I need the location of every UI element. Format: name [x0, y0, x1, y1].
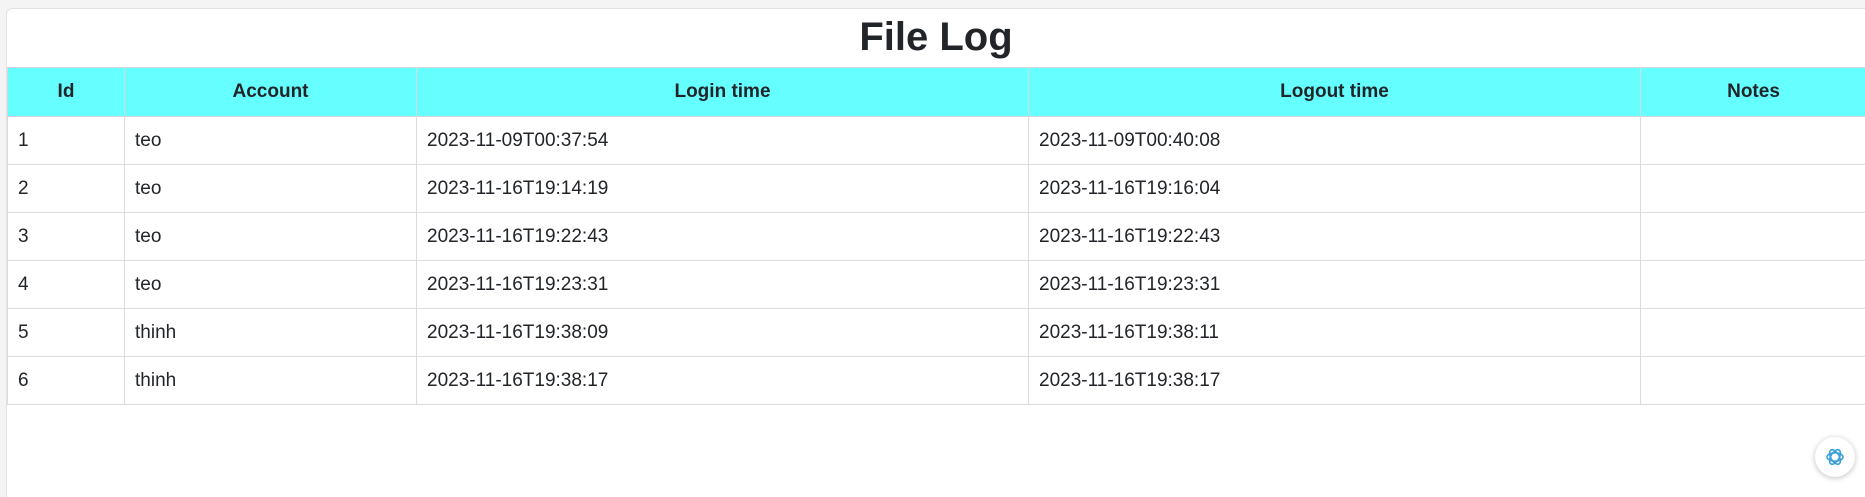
cell-account: teo — [124, 212, 417, 261]
cell-login-time: 2023-11-16T19:38:17 — [416, 356, 1029, 405]
column-header-id: Id — [7, 67, 125, 117]
cell-id: 4 — [7, 260, 125, 309]
cell-logout-time: 2023-11-16T19:22:43 — [1028, 212, 1641, 261]
cell-account: teo — [124, 116, 417, 165]
cell-account: teo — [124, 260, 417, 309]
cell-logout-time: 2023-11-16T19:23:31 — [1028, 260, 1641, 309]
cell-notes — [1640, 212, 1865, 261]
cell-login-time: 2023-11-16T19:22:43 — [416, 212, 1029, 261]
table-row: 1 teo 2023-11-09T00:37:54 2023-11-09T00:… — [7, 116, 1865, 165]
cell-notes — [1640, 164, 1865, 213]
cell-notes — [1640, 356, 1865, 405]
cell-login-time: 2023-11-16T19:14:19 — [416, 164, 1029, 213]
cell-id: 5 — [7, 308, 125, 357]
column-header-account: Account — [124, 67, 417, 117]
cell-logout-time: 2023-11-16T19:16:04 — [1028, 164, 1641, 213]
log-table: Id Account Login time Logout time Notes … — [7, 67, 1865, 405]
cell-logout-time: 2023-11-09T00:40:08 — [1028, 116, 1641, 165]
chatgpt-assistant-icon — [1823, 445, 1847, 469]
table-row: 5 thinh 2023-11-16T19:38:09 2023-11-16T1… — [7, 308, 1865, 357]
cell-id: 6 — [7, 356, 125, 405]
cell-id: 1 — [7, 116, 125, 165]
cell-login-time: 2023-11-16T19:38:09 — [416, 308, 1029, 357]
table-row: 2 teo 2023-11-16T19:14:19 2023-11-16T19:… — [7, 164, 1865, 213]
table-header: Id Account Login time Logout time Notes — [7, 67, 1865, 117]
table-row: 3 teo 2023-11-16T19:22:43 2023-11-16T19:… — [7, 212, 1865, 261]
cell-notes — [1640, 116, 1865, 165]
cell-id: 3 — [7, 212, 125, 261]
cell-notes — [1640, 308, 1865, 357]
column-header-login-time: Login time — [416, 67, 1029, 117]
table-row: 6 thinh 2023-11-16T19:38:17 2023-11-16T1… — [7, 356, 1865, 405]
log-card: File Log Id Account Login time Logout ti… — [6, 8, 1865, 497]
column-header-logout-time: Logout time — [1028, 67, 1641, 117]
cell-logout-time: 2023-11-16T19:38:17 — [1028, 356, 1641, 405]
table-body: 1 teo 2023-11-09T00:37:54 2023-11-09T00:… — [7, 116, 1865, 405]
page-title: File Log — [859, 15, 1013, 59]
cell-account: thinh — [124, 356, 417, 405]
cell-id: 2 — [7, 164, 125, 213]
column-header-notes: Notes — [1640, 67, 1865, 117]
cell-account: thinh — [124, 308, 417, 357]
table-row: 4 teo 2023-11-16T19:23:31 2023-11-16T19:… — [7, 260, 1865, 309]
header-row: Id Account Login time Logout time Notes — [7, 67, 1865, 117]
cell-account: teo — [124, 164, 417, 213]
assistant-button[interactable] — [1815, 437, 1855, 477]
cell-login-time: 2023-11-09T00:37:54 — [416, 116, 1029, 165]
cell-notes — [1640, 260, 1865, 309]
cell-login-time: 2023-11-16T19:23:31 — [416, 260, 1029, 309]
cell-logout-time: 2023-11-16T19:38:11 — [1028, 308, 1641, 357]
